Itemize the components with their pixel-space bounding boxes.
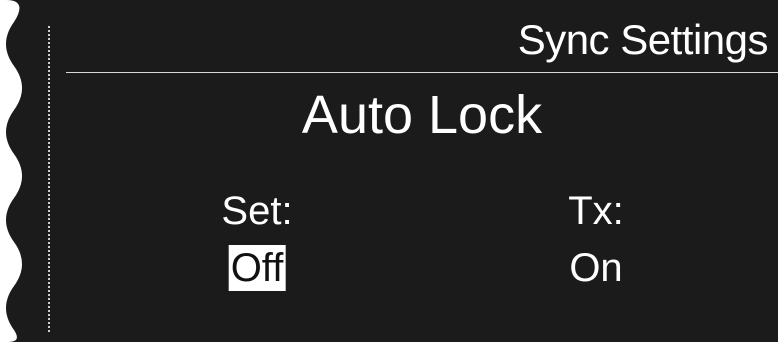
display-frame-edge bbox=[0, 0, 22, 342]
tx-label: Tx: bbox=[568, 189, 624, 233]
setting-title: Auto Lock bbox=[301, 85, 543, 145]
tx-value: On bbox=[569, 246, 623, 290]
header-divider bbox=[66, 72, 778, 73]
dotted-divider bbox=[48, 26, 50, 332]
menu-header-title: Sync Settings bbox=[517, 16, 769, 63]
set-value-option[interactable]: Off bbox=[228, 245, 286, 291]
device-display: Sync Settings Auto Lock Set: Off Tx: On bbox=[0, 0, 778, 342]
set-label: Set: bbox=[221, 189, 293, 233]
